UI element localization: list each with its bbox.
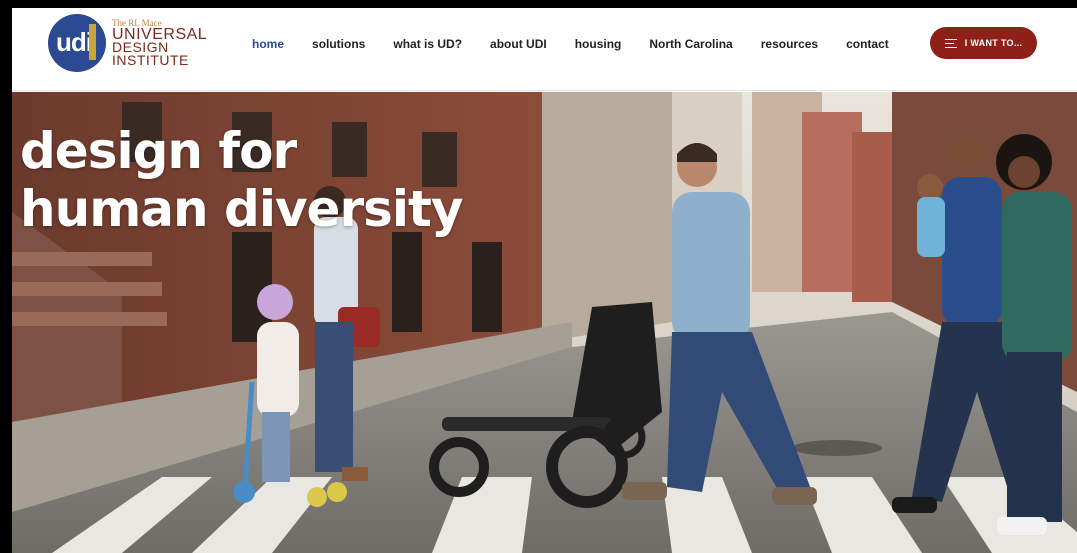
menu-icon: [944, 38, 957, 48]
browser-page: udi The RL Mace UNIVERSAL DESIGN INSTITU…: [12, 8, 1077, 553]
nav-resources[interactable]: resources: [761, 37, 818, 51]
logo-text: The RL Mace UNIVERSAL DESIGN INSTITUTE: [112, 19, 207, 68]
hero-headline-line2: human diversity: [20, 180, 464, 238]
logo-mark: udi: [56, 27, 93, 57]
udi-logo[interactable]: udi The RL Mace UNIVERSAL DESIGN INSTITU…: [48, 14, 207, 72]
logo-circle: udi: [48, 14, 106, 72]
hero-headline: design for human diversity: [20, 122, 464, 238]
site-header: udi The RL Mace UNIVERSAL DESIGN INSTITU…: [12, 8, 1077, 91]
nav-contact[interactable]: contact: [846, 37, 889, 51]
nav-what-is-ud[interactable]: what is UD?: [393, 37, 462, 51]
nav-housing[interactable]: housing: [575, 37, 622, 51]
i-want-to-button[interactable]: I WANT TO...: [930, 27, 1037, 59]
nav-north-carolina[interactable]: North Carolina: [649, 37, 732, 51]
hero-section: design for human diversity: [12, 92, 1077, 553]
nav-home[interactable]: home: [252, 37, 284, 51]
logo-line-institute: INSTITUTE: [112, 52, 189, 68]
hero-headline-line1: design for: [20, 122, 297, 180]
nav-about-udi[interactable]: about UDI: [490, 37, 547, 51]
main-nav: home solutions what is UD? about UDI hou…: [252, 37, 917, 51]
i-want-to-label: I WANT TO...: [964, 38, 1023, 48]
logo-accent-bar: [89, 24, 96, 60]
nav-solutions[interactable]: solutions: [312, 37, 365, 51]
